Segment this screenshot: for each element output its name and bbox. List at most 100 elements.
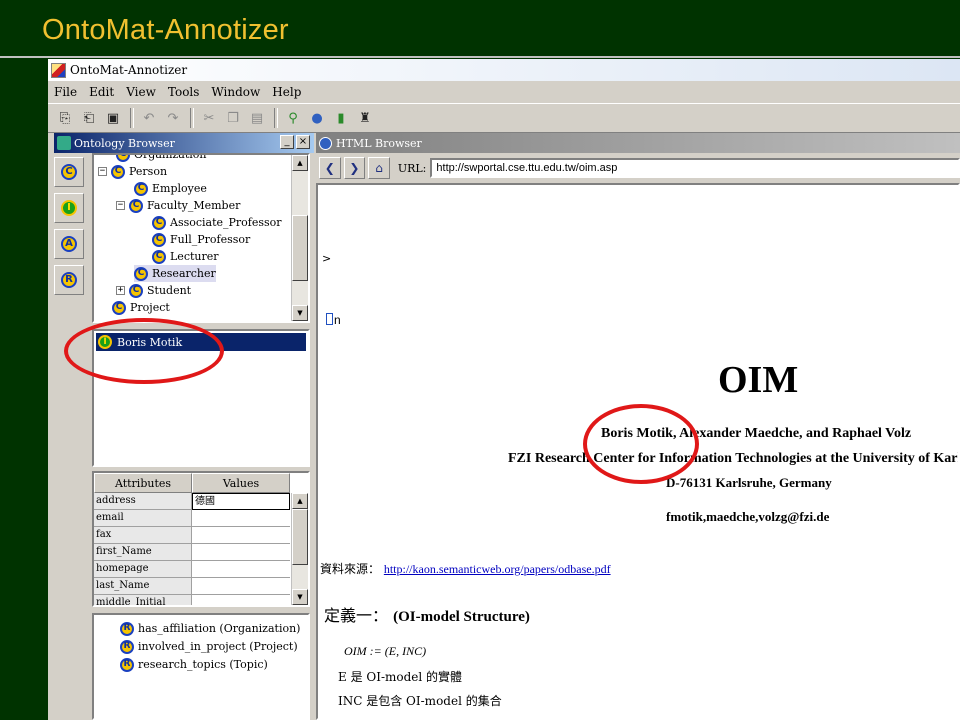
class-icon: C <box>116 155 130 162</box>
attribute-key: fax <box>94 527 192 544</box>
scroll-up-icon[interactable]: ▲ <box>292 493 308 509</box>
app-window: OntoMat-Annotizer File Edit View Tools W… <box>48 59 960 720</box>
tree-item-label: Person <box>129 165 168 178</box>
tree-item-researcher[interactable]: C Researcher <box>134 265 216 282</box>
instance-item-boris-motik[interactable]: I Boris Motik <box>96 333 306 351</box>
table-row[interactable]: email <box>94 510 290 527</box>
tree-item-organization[interactable]: C Organization <box>116 155 206 163</box>
table-row[interactable]: address 德國 <box>94 493 290 510</box>
relation-label: involved_in_project (Project) <box>138 640 298 653</box>
tree-scrollbar[interactable]: ▲ ▼ <box>291 155 308 321</box>
table-row[interactable]: first_Name <box>94 544 290 561</box>
globe-icon[interactable]: ● <box>306 107 328 129</box>
save-icon[interactable]: ▣ <box>102 107 124 129</box>
column-header-values[interactable]: Values <box>192 473 290 493</box>
class-icon: C <box>111 164 125 179</box>
relation-item-research-topics[interactable]: R research_topics (Topic) <box>120 656 268 673</box>
scroll-thumb[interactable] <box>292 509 308 565</box>
attribute-value[interactable] <box>192 595 290 605</box>
instance-list: I Boris Motik <box>92 329 310 467</box>
ontology-browser-titlebar: Ontology Browser _ × <box>54 133 314 153</box>
tree-item-employee[interactable]: C Employee <box>134 180 207 197</box>
url-input[interactable] <box>430 158 960 178</box>
menu-tools[interactable]: Tools <box>162 85 206 99</box>
attribute-table-header: Attributes Values <box>94 473 290 493</box>
tree-item-label: Faculty_Member <box>147 199 241 212</box>
menu-file[interactable]: File <box>48 85 83 99</box>
tree-item-person[interactable]: − C Person <box>98 163 167 180</box>
tree-item-student[interactable]: + C Student <box>116 282 191 299</box>
table-row[interactable]: middle_Initial <box>94 595 290 605</box>
attribute-scrollbar[interactable]: ▲ ▼ <box>291 493 308 605</box>
definition-label: 定義一： <box>324 606 389 625</box>
class-icon: C <box>61 164 77 180</box>
attribute-icon: A <box>61 236 77 252</box>
html-browser-title: HTML Browser <box>336 136 422 150</box>
attribute-value[interactable] <box>192 527 290 544</box>
open-file-icon[interactable]: ⎗ <box>78 107 100 129</box>
database-icon[interactable]: ▮ <box>330 107 352 129</box>
forward-button[interactable]: ❯ <box>343 157 366 179</box>
cut-icon[interactable]: ✂ <box>198 107 220 129</box>
attribute-value[interactable] <box>192 578 290 595</box>
class-icon: C <box>152 249 166 264</box>
menu-view[interactable]: View <box>120 85 162 99</box>
undo-icon[interactable]: ↶ <box>138 107 160 129</box>
class-filter-button[interactable]: C <box>54 157 84 187</box>
open-ontology-icon[interactable]: ⎘ <box>54 107 76 129</box>
minimize-button[interactable]: _ <box>280 135 294 149</box>
agent-icon[interactable]: ♜ <box>354 107 376 129</box>
attribute-filter-button[interactable]: A <box>54 229 84 259</box>
title-rule <box>0 56 960 58</box>
relation-icon: R <box>61 272 77 288</box>
menu-window[interactable]: Window <box>205 85 266 99</box>
table-row[interactable]: last_Name <box>94 578 290 595</box>
html-page-view: > n OIM Boris Motik, Alexander Maedche, … <box>316 183 960 720</box>
tree-item-faculty-member[interactable]: − C Faculty_Member <box>116 197 240 214</box>
tree-item-label: Employee <box>152 182 207 195</box>
tree-item-lecturer[interactable]: C Lecturer <box>152 248 219 265</box>
attribute-value[interactable] <box>192 510 290 527</box>
table-row[interactable]: homepage <box>94 561 290 578</box>
relation-item-has-affiliation[interactable]: R has_affiliation (Organization) <box>120 620 300 637</box>
relation-item-involved-in-project[interactable]: R involved_in_project (Project) <box>120 638 298 655</box>
menu-help[interactable]: Help <box>266 85 307 99</box>
relation-filter-button[interactable]: R <box>54 265 84 295</box>
tree-item-associate-professor[interactable]: C Associate_Professor <box>152 214 282 231</box>
collapse-icon[interactable]: − <box>98 167 107 176</box>
home-button[interactable]: ⌂ <box>368 157 390 179</box>
copy-icon[interactable]: ❐ <box>222 107 244 129</box>
broken-image-icon <box>326 313 333 325</box>
redo-icon[interactable]: ↷ <box>162 107 184 129</box>
back-button[interactable]: ❮ <box>319 157 341 179</box>
page-title: OIM <box>718 359 799 401</box>
scroll-thumb[interactable] <box>292 215 308 281</box>
expand-icon[interactable]: + <box>116 286 125 295</box>
html-browser-titlebar: HTML Browser <box>316 133 960 153</box>
tree-item-project[interactable]: C Project <box>112 299 170 316</box>
close-button[interactable]: × <box>296 135 310 149</box>
side-toolbar: C I A R <box>54 157 84 301</box>
instance-label: Boris Motik <box>117 335 183 349</box>
globe-icon <box>319 136 332 150</box>
table-row[interactable]: fax <box>94 527 290 544</box>
source-link[interactable]: http://kaon.semanticweb.org/papers/odbas… <box>384 562 611 576</box>
plugin-icon[interactable]: ⚲ <box>282 107 304 129</box>
instance-filter-button[interactable]: I <box>54 193 84 223</box>
paste-icon[interactable]: ▤ <box>246 107 268 129</box>
scroll-down-icon[interactable]: ▼ <box>292 589 308 605</box>
toolbar-separator <box>274 108 278 128</box>
attribute-value[interactable] <box>192 544 290 561</box>
scroll-down-icon[interactable]: ▼ <box>292 305 308 321</box>
page-authors: Boris Motik, Alexander Maedche, and Raph… <box>601 426 912 441</box>
tree-item-full-professor[interactable]: C Full_Professor <box>152 231 250 248</box>
menu-edit[interactable]: Edit <box>83 85 120 99</box>
attribute-value-input[interactable]: 德國 <box>192 493 290 510</box>
attribute-value[interactable] <box>192 561 290 578</box>
scroll-up-icon[interactable]: ▲ <box>292 155 308 171</box>
tree-item-label: Student <box>147 284 192 297</box>
page-institution: FZI Research Center for Information Tech… <box>508 451 960 466</box>
column-header-attributes[interactable]: Attributes <box>94 473 192 493</box>
page-text: > <box>322 252 332 265</box>
collapse-icon[interactable]: − <box>116 201 125 210</box>
